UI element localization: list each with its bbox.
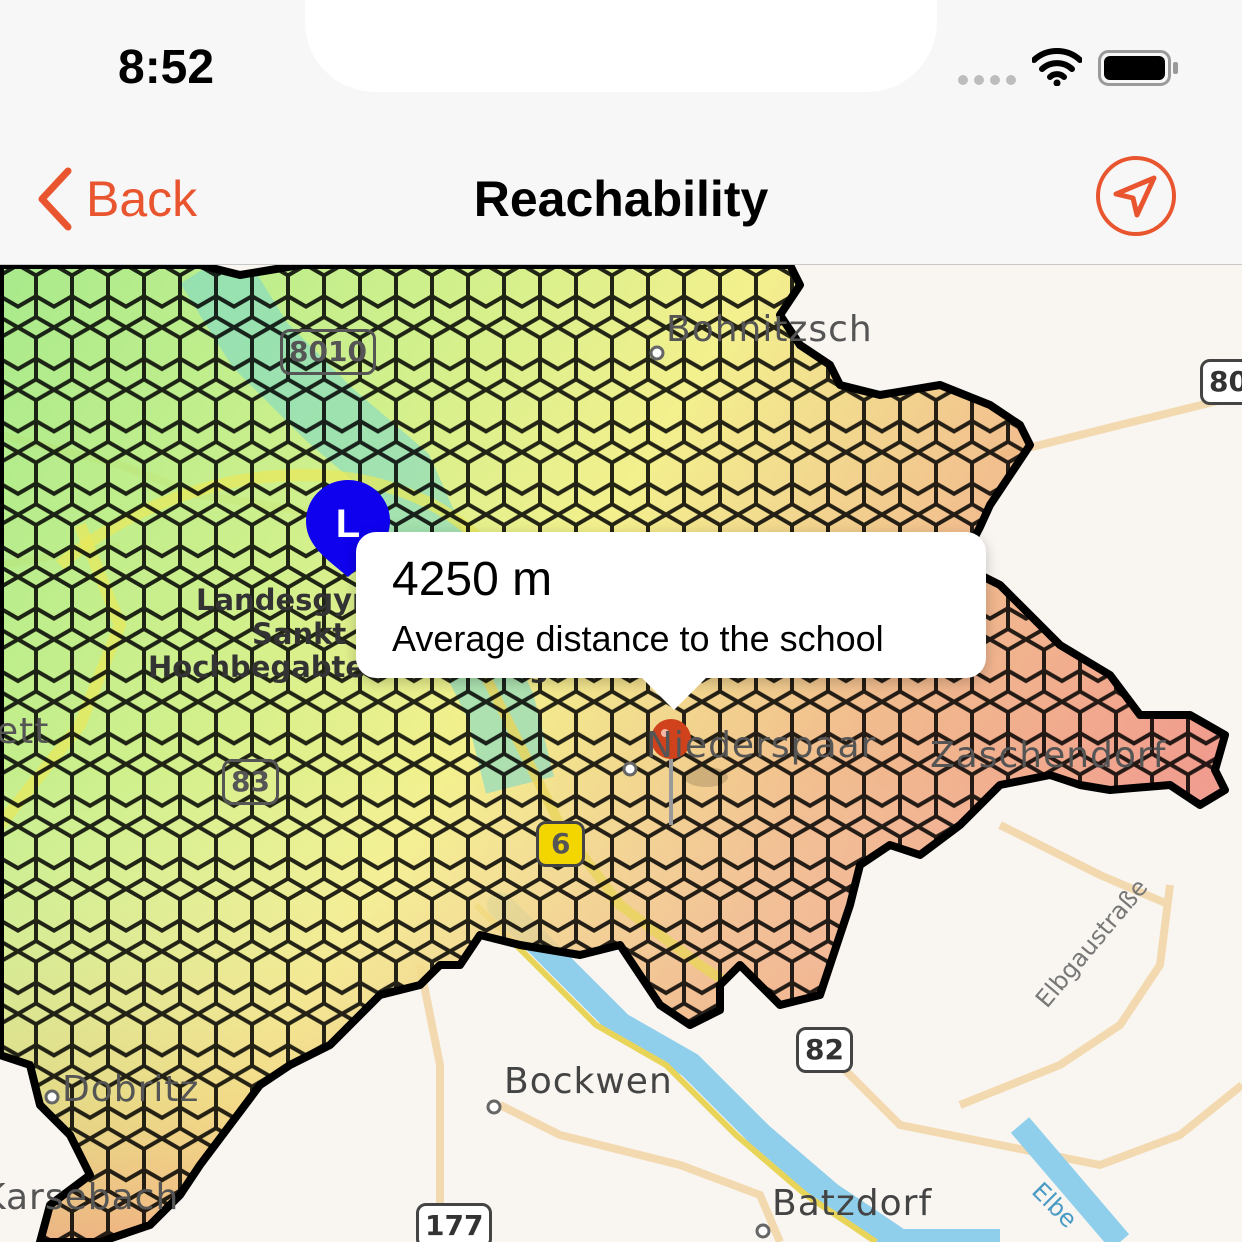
road-shield-82: 82 [796, 1027, 853, 1073]
page-title: Reachability [473, 171, 769, 227]
place-label-karsebach: Karsebach [0, 1177, 180, 1218]
place-label-zaschendorf: Zaschendorf [930, 735, 1167, 776]
school-marker-letter: L [336, 502, 360, 546]
status-time: 8:52 [118, 41, 215, 94]
place-label-bohnitzsch: Bohnitzsch [666, 309, 873, 350]
wifi-icon [1032, 48, 1082, 86]
village-dot [622, 761, 638, 777]
village-dot [486, 1099, 502, 1115]
place-label-left-edge: ett [0, 711, 50, 752]
signal-dots-icon [958, 75, 1016, 85]
location-arrow-icon[interactable] [1094, 154, 1178, 238]
road-shield-177: 177 [416, 1203, 493, 1242]
navigation-bar: Back Reachability [0, 130, 1242, 265]
callout-description: Average distance to the school [392, 618, 884, 659]
village-dot [44, 1089, 60, 1105]
place-label-bockwen: Bockwen [504, 1061, 673, 1102]
road-shield-6: 6 [536, 821, 586, 867]
road-shield-8010: 8010 [280, 329, 376, 375]
callout-tail [640, 676, 708, 710]
distance-callout[interactable]: 4250 m Average distance to the school [356, 532, 986, 678]
device-notch [305, 0, 937, 92]
village-dot [649, 345, 665, 361]
road-shield-80: 80 [1200, 359, 1242, 405]
village-dot [755, 1223, 771, 1239]
place-label-batzdorf: Batzdorf [772, 1183, 933, 1224]
road-shield-83: 83 [222, 759, 279, 805]
map-view[interactable]: L Bohnitzsch Landesgymnasium Sankt Afra … [0, 265, 1242, 1242]
battery-icon [1098, 50, 1178, 86]
place-label-dobritz: Dobritz [62, 1069, 200, 1110]
callout-distance-value: 4250 m [392, 553, 553, 606]
place-label-niederspaar: Niederspaar [646, 725, 877, 766]
status-bar: 8:52 [0, 0, 1242, 130]
